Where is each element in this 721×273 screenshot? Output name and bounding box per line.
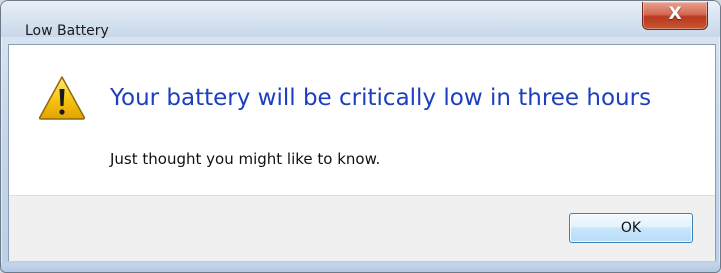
- close-icon: X: [668, 4, 682, 24]
- title-bar[interactable]: Low Battery X: [1, 1, 720, 39]
- button-bar: OK: [9, 195, 715, 261]
- secondary-text: Just thought you might like to know.: [110, 150, 381, 168]
- window-bottom-border: [1, 263, 720, 272]
- ok-button[interactable]: OK: [569, 213, 693, 243]
- window-title: Low Battery: [25, 23, 109, 39]
- close-button[interactable]: X: [642, 2, 708, 30]
- warning-icon: [38, 76, 86, 120]
- dialog-content: Your battery will be critically low in t…: [8, 44, 716, 261]
- main-instruction: Your battery will be critically low in t…: [110, 85, 652, 111]
- dialog-window: Low Battery X Your battery will be criti…: [0, 0, 721, 273]
